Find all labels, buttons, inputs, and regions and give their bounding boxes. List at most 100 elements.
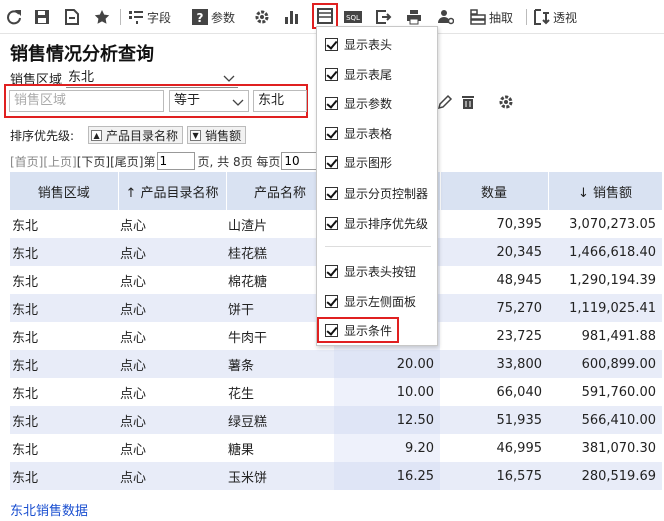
bar-chart-icon <box>284 9 300 25</box>
field-button[interactable]: 字段 <box>128 6 171 28</box>
table-row: 东北 点心 玉米饼 16.25 16,575 280,519.69 <box>10 462 662 490</box>
settings-button[interactable] <box>254 6 270 28</box>
table-cell: 280,519.69 <box>548 462 662 490</box>
sort-chip-category[interactable]: ▲ 产品目录名称 <box>88 126 184 144</box>
menu-item[interactable]: 显示表头按钮 <box>325 260 416 282</box>
table-row: 东北 点心 绿豆糕 12.50 51,935 566,410.00 <box>10 406 662 434</box>
table-cell: 1,466,618.40 <box>548 238 662 266</box>
table-cell: 381,070.30 <box>581 440 656 456</box>
extract-label: 抽取 <box>489 10 514 25</box>
table-cell: 东北 <box>10 350 118 378</box>
table-cell: 66,040 <box>496 384 543 400</box>
layout-icon <box>317 8 333 24</box>
extract-button[interactable]: 抽取 <box>470 6 513 28</box>
page-number-input[interactable] <box>156 152 195 170</box>
table-cell: 1,290,194.39 <box>569 272 656 288</box>
sort-priority-label: 排序优先级: <box>10 128 75 143</box>
menu-divider <box>325 246 431 247</box>
table-cell: 东北 <box>10 294 118 322</box>
menu-item[interactable]: 显示表尾 <box>325 63 392 85</box>
table-cell: 点心 <box>120 442 147 458</box>
footer-link[interactable]: 东北销售数据 <box>10 500 88 519</box>
next-page-link[interactable]: [下页] <box>77 153 110 170</box>
menu-item-label: 显示排序优先级 <box>344 216 429 231</box>
table-cell: 16,575 <box>440 462 548 490</box>
column-header[interactable]: 数量 <box>440 172 549 210</box>
condition-edit-button[interactable] <box>437 94 453 110</box>
table-cell: 点心 <box>118 406 226 434</box>
table-cell: 东北 <box>12 330 39 346</box>
sort-desc-icon: ▼ <box>190 129 202 141</box>
menu-item[interactable]: 显示图形 <box>325 151 392 173</box>
table-cell: 点心 <box>118 238 226 266</box>
refresh-button[interactable] <box>6 6 22 28</box>
menu-item[interactable]: 显示分页控制器 <box>325 182 428 204</box>
favorite-button[interactable] <box>94 6 110 28</box>
perspective-button[interactable]: 透视 <box>534 6 577 28</box>
toolbar-divider <box>120 9 121 25</box>
pivot-icon <box>534 9 550 25</box>
table-cell: 点心 <box>118 294 226 322</box>
toolbar-divider <box>526 9 527 25</box>
checkbox-checked-icon <box>325 216 338 230</box>
table-cell: 点心 <box>120 386 147 402</box>
user-settings-button[interactable] <box>438 6 454 28</box>
condition-operator-value: 等于 <box>174 93 201 108</box>
table-row: 东北 点心 薯条 20.00 33,800 600,899.00 <box>10 350 662 378</box>
sort-priority-row: 排序优先级: ▲ 产品目录名称 ▼ 销售额 <box>10 126 247 144</box>
condition-operator-select[interactable]: 等于 <box>169 90 249 112</box>
document-icon <box>64 9 80 25</box>
table-cell: 点心 <box>120 218 147 234</box>
page-suffix: 页, 共 8页 每页 <box>197 154 281 169</box>
checkbox-checked-icon <box>325 155 338 169</box>
print-button[interactable] <box>406 6 422 28</box>
help-icon: ? <box>192 9 208 25</box>
condition-delete-button[interactable] <box>460 94 476 110</box>
menu-item[interactable]: 显示参数 <box>325 92 392 114</box>
menu-item-label: 显示表格 <box>344 126 393 141</box>
table-cell: 600,899.00 <box>548 350 662 378</box>
condition-settings-button[interactable] <box>498 94 514 110</box>
column-header[interactable]: ↑ 产品目录名称 <box>118 172 227 210</box>
checkbox-checked-icon <box>325 67 338 81</box>
first-page-link[interactable]: [首页] <box>10 153 43 170</box>
trash-icon <box>460 94 476 110</box>
chart-button[interactable] <box>284 6 300 28</box>
table-cell: 48,945 <box>496 272 543 288</box>
column-header[interactable]: 销售区域 <box>10 172 119 210</box>
table-cell: 591,760.00 <box>581 384 656 400</box>
display-options-menu: 显示表头 显示表尾 显示参数 显示表格 显示图形 显示分页控制器 显示排序优先级… <box>316 26 438 346</box>
menu-item[interactable]: 显示表格 <box>325 122 392 144</box>
table-cell: 70,395 <box>496 216 543 232</box>
save-as-button[interactable] <box>64 6 80 28</box>
column-header[interactable]: ↓ 销售额 <box>548 172 663 210</box>
page-title: 销售情况分析查询 <box>10 44 154 65</box>
table-cell: 75,270 <box>440 294 548 322</box>
perspective-label: 透视 <box>553 10 578 25</box>
checkbox-checked-icon <box>325 294 338 308</box>
menu-item-label: 显示表头按钮 <box>344 264 417 279</box>
last-page-link[interactable]: [尾页] <box>110 153 143 170</box>
table-row: 东北 点心 糖果 9.20 46,995 381,070.30 <box>10 434 662 462</box>
save-button[interactable] <box>34 6 50 28</box>
condition-value-input[interactable]: 东北 <box>253 90 307 112</box>
menu-item[interactable]: 显示排序优先级 <box>325 212 428 234</box>
table-cell: 16.25 <box>334 462 440 490</box>
gear-icon <box>498 94 514 110</box>
export-button[interactable] <box>376 6 392 28</box>
sql-button[interactable]: SQL <box>344 6 362 28</box>
table-cell: 东北 <box>10 462 118 490</box>
prev-page-link[interactable]: [上页] <box>43 153 76 170</box>
pagination: [首页] [上页] [下页] [尾页] 第 页, 共 8页 每页 <box>10 152 334 170</box>
menu-item[interactable]: 显示左侧面板 <box>325 290 416 312</box>
table-cell: 3,070,273.05 <box>569 216 656 232</box>
table-cell: 点心 <box>118 350 226 378</box>
param-button[interactable]: ? 参数 <box>192 6 235 28</box>
menu-item-highlight <box>317 317 399 343</box>
menu-item[interactable]: 显示表头 <box>325 33 392 55</box>
sort-asc-icon: ▲ <box>91 129 103 141</box>
checkbox-checked-icon <box>325 186 338 200</box>
sort-chip-sales[interactable]: ▼ 销售额 <box>187 126 247 144</box>
condition-field-input[interactable]: 销售区域 <box>9 90 164 112</box>
table-cell: 点心 <box>118 462 226 490</box>
